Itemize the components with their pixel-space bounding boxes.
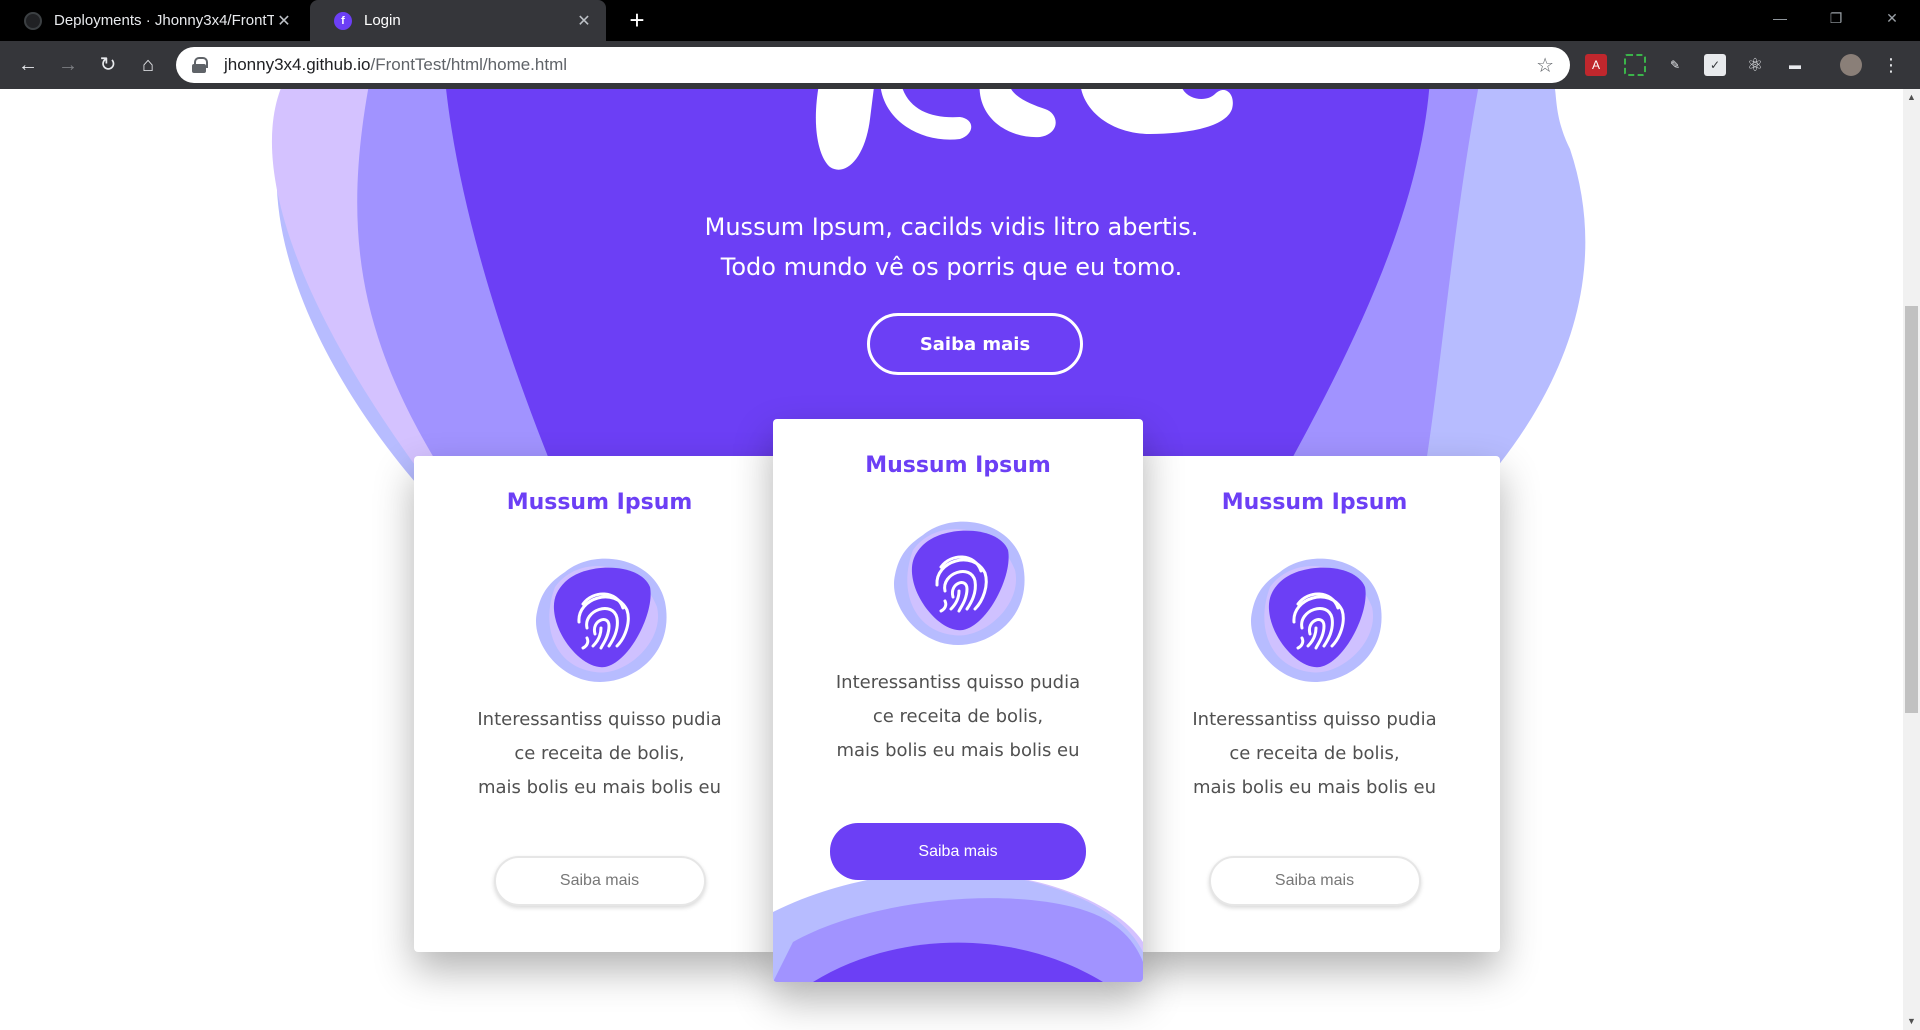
restore-icon[interactable]: ❐ [1808,0,1864,36]
card-text-line: Interessantiss quisso pudia [835,672,1081,693]
feature-card-center: Mussum Ipsum Interessantiss quisso pudia… [773,419,1143,982]
close-icon[interactable]: ✕ [574,11,594,31]
react-devtools-icon[interactable]: ⚛ [1744,54,1766,76]
card-text-line: ce receita de bolis, [872,706,1044,727]
card-text-line: mais bolis eu mais bolis eu [477,777,722,798]
card-title: Mussum Ipsum [1221,490,1408,515]
card-text-line: ce receita de bolis, [1229,743,1400,764]
card-title: Mussum Ipsum [865,453,1051,478]
bookmark-star-icon[interactable]: ☆ [1536,53,1554,78]
menu-kebab-icon[interactable]: ⋮ [1880,54,1902,76]
scroll-up-icon[interactable]: ▲ [1903,89,1920,106]
feature-card-left: Mussum Ipsum Interessantiss quisso pudia… [414,456,785,952]
tab-title: Deployments · Jhonny3x4/FrontT [54,12,274,29]
pdf-extension-icon[interactable]: A [1585,54,1607,76]
tab-title: Login [364,12,401,29]
forward-icon[interactable]: → [52,49,84,81]
card-saiba-mais-button[interactable]: Saiba mais [493,856,706,906]
card-saiba-mais-button-primary[interactable]: Saiba mais [830,823,1086,880]
home-icon[interactable]: ⌂ [132,49,164,81]
fronttest-favicon-icon: f [334,11,352,30]
feature-card-right: Mussum Ipsum Interessantiss quisso pudia… [1129,456,1500,952]
hero-tagline-line2: Todo mundo vê os porris que eu tomo. [720,253,1183,281]
card-saiba-mais-button[interactable]: Saiba mais [1208,856,1421,906]
url-path: /FrontTest/html/home.html [370,55,568,74]
hero-saiba-mais-button[interactable]: Saiba mais [867,313,1083,375]
card-text-line: mais bolis eu mais bolis eu [1192,777,1437,798]
browser-toolbar: ← → ↻ ⌂ jhonny3x4.github.io/FrontTest/ht… [0,41,1920,89]
close-window-icon[interactable]: ✕ [1864,0,1920,36]
reload-icon[interactable]: ↻ [92,49,124,81]
page-viewport: Mussum Ipsum, cacilds vidis litro aberti… [0,89,1903,1030]
avatar[interactable] [1840,54,1862,76]
github-icon [24,11,42,30]
tab-login[interactable]: f Login ✕ [310,0,606,41]
card-title: Mussum Ipsum [506,490,693,515]
back-icon[interactable]: ← [12,49,44,81]
card-text-line: Interessantiss quisso pudia [477,709,722,730]
close-icon[interactable]: ✕ [274,11,294,31]
url-host: jhonny3x4.github.io [224,55,371,74]
minimize-icon[interactable]: — [1752,0,1808,36]
cast-extension-icon[interactable]: ▬ [1784,54,1806,76]
new-tab-button[interactable]: + [622,0,652,41]
pen-extension-icon[interactable]: ✎ [1664,54,1686,76]
lock-icon[interactable] [192,57,208,73]
scrollbar-thumb[interactable] [1905,306,1918,713]
address-bar[interactable]: jhonny3x4.github.io/FrontTest/html/home.… [176,47,1570,83]
card-text-line: ce receita de bolis, [514,743,685,764]
fingerprint-icon [535,558,667,682]
card-text-line: Interessantiss quisso pudia [1192,709,1437,730]
fingerprint-icon [1250,558,1382,682]
tab-strip: Deployments · Jhonny3x4/FrontT ✕ f Login… [0,0,1920,41]
window-controls: — ❐ ✕ [1752,0,1920,41]
screenshot-extension-icon[interactable] [1624,54,1646,76]
card-text-line: mais bolis eu mais bolis eu [836,740,1080,761]
tab-deployments[interactable]: Deployments · Jhonny3x4/FrontT ✕ [0,0,306,41]
hero-tagline-line1: Mussum Ipsum, cacilds vidis litro aberti… [704,213,1199,241]
page-scrollbar[interactable]: ▲ ▼ [1903,89,1920,1030]
editor-extension-icon[interactable]: ✓ [1704,54,1726,76]
scroll-down-icon[interactable]: ▼ [1903,1013,1920,1030]
fingerprint-icon [893,521,1025,645]
